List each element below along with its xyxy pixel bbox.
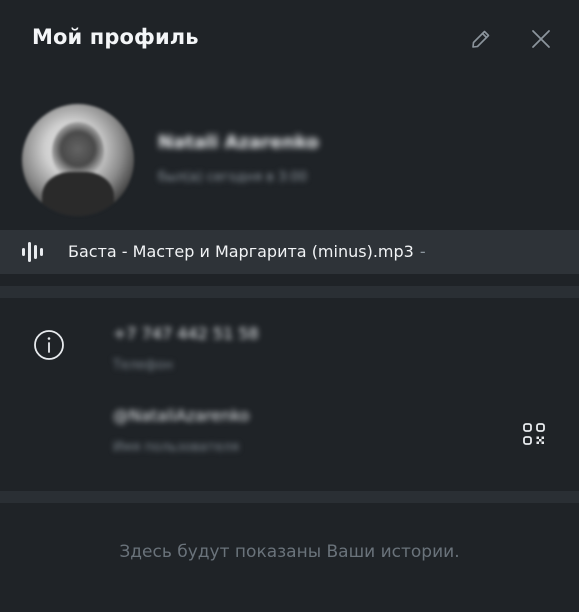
profile-music-bar[interactable]: Баста - Мастер и Маргарита (minus).mp3- xyxy=(0,230,579,274)
edit-profile-button[interactable] xyxy=(466,24,496,54)
page-title: Мой профиль xyxy=(32,25,199,49)
profile-header: Мой профиль xyxy=(0,0,579,80)
profile-summary: Natali Azarenko был(а) сегодня в 3:00 xyxy=(0,96,579,226)
phone-label: Телефон xyxy=(113,358,173,373)
avatar[interactable] xyxy=(22,104,134,216)
username-label: Имя пользователя xyxy=(113,440,240,455)
music-track-suffix: - xyxy=(419,242,426,261)
close-icon xyxy=(532,30,550,48)
qr-code-button[interactable] xyxy=(518,418,550,450)
audio-waveform-icon xyxy=(22,242,43,262)
info-icon xyxy=(34,330,64,360)
username-value[interactable]: @NataliAzarenko xyxy=(113,406,250,425)
profile-name: Natali Azarenko xyxy=(158,132,319,153)
stories-empty-message: Здесь будут показаны Ваши истории. xyxy=(119,542,460,562)
qr-code-icon xyxy=(523,423,545,445)
section-divider xyxy=(0,286,579,298)
music-track-title: Баста - Мастер и Маргарита (minus).mp3- xyxy=(68,242,426,261)
profile-status: был(а) сегодня в 3:00 xyxy=(158,170,308,185)
music-track-name: Баста - Мастер и Маргарита (minus).mp3 xyxy=(68,242,414,261)
section-divider xyxy=(0,491,579,503)
close-button[interactable] xyxy=(526,24,556,54)
pencil-icon xyxy=(472,30,490,48)
phone-value[interactable]: +7 747 442 51 58 xyxy=(113,324,259,343)
